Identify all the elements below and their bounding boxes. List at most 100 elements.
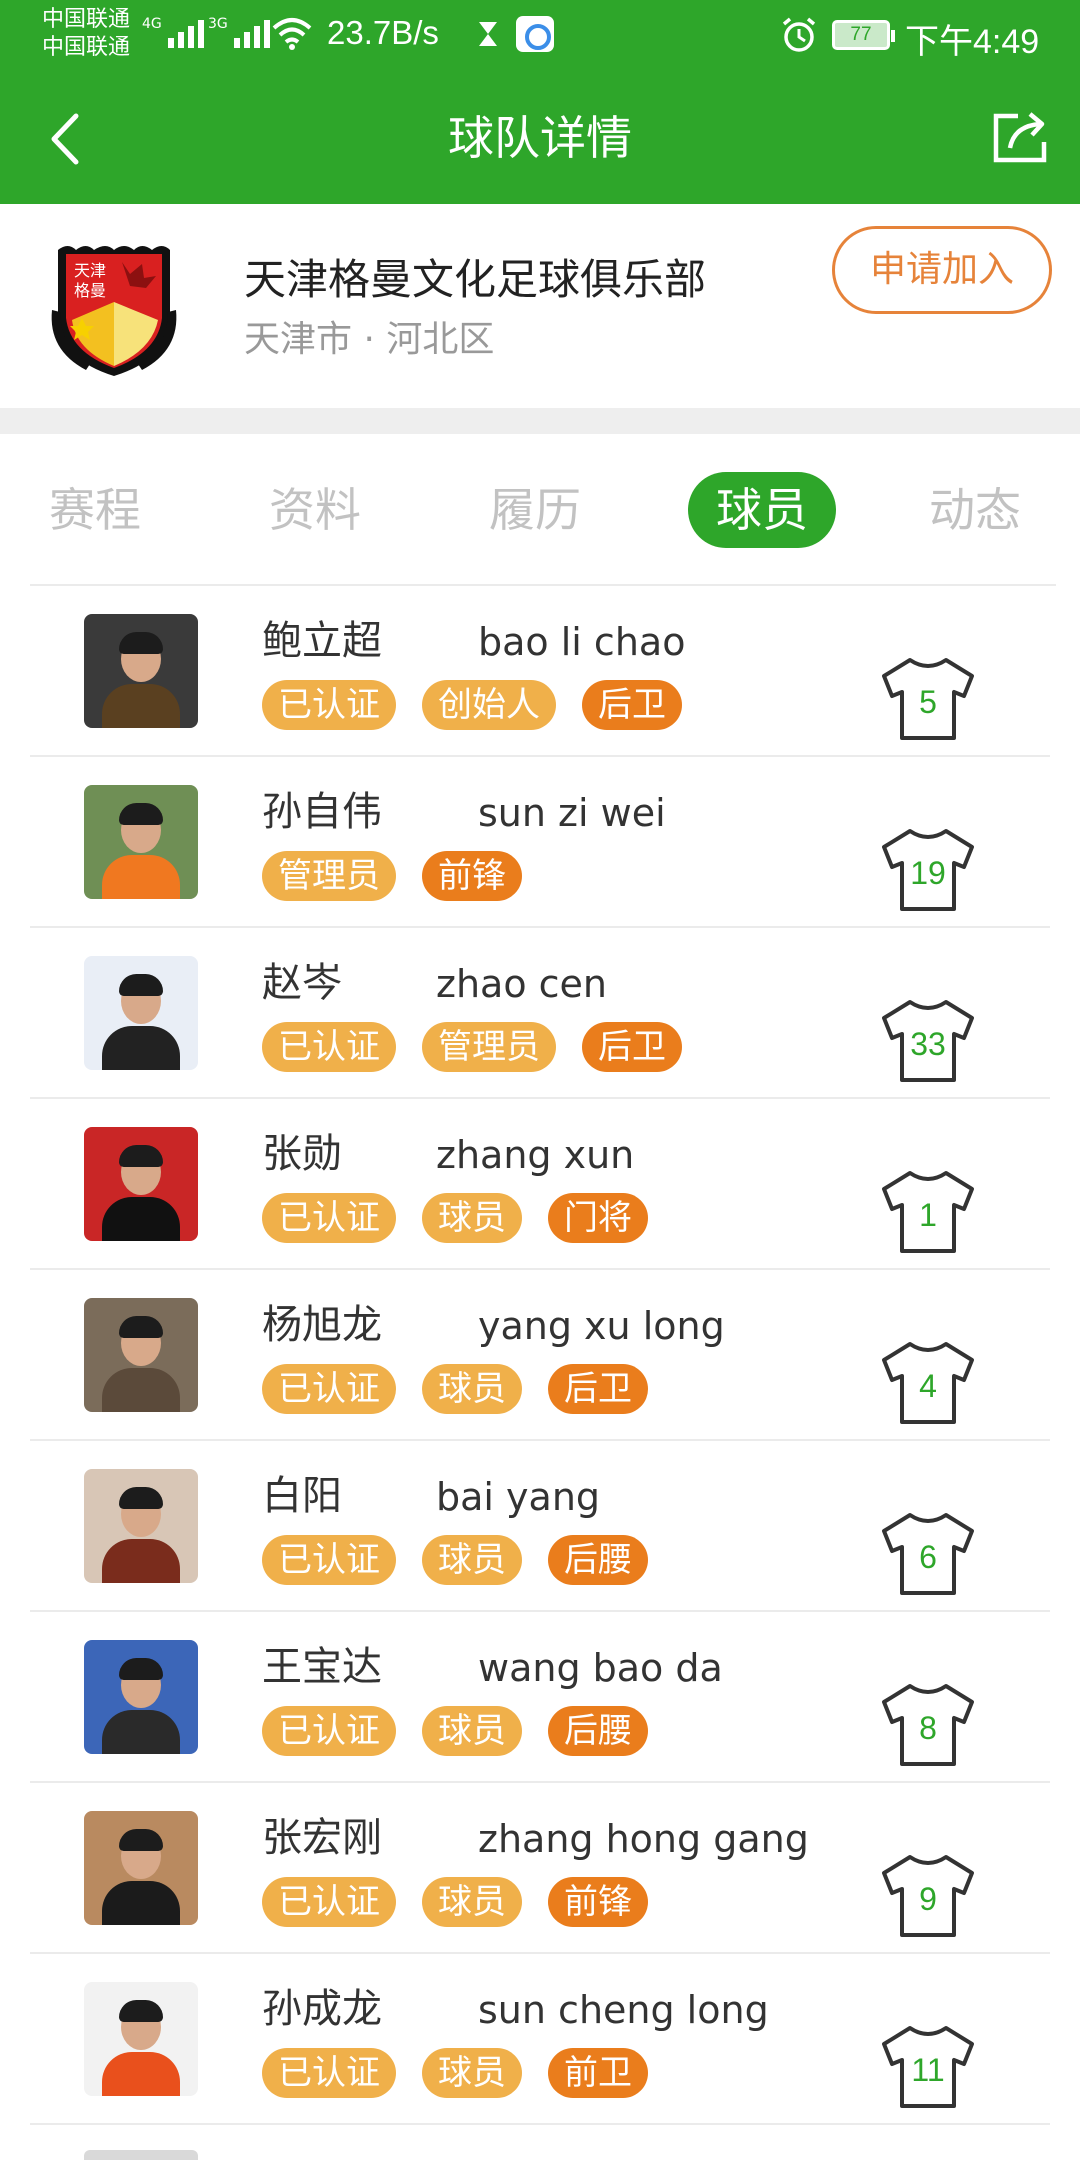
network-type-2: 3G — [208, 16, 228, 32]
jersey-number: 6 — [919, 1539, 937, 1575]
player-tag: 管理员 — [422, 1022, 556, 1072]
svg-text:天津: 天津 — [74, 261, 106, 280]
player-name: 杨旭龙 — [262, 1302, 382, 1348]
player-pinyin: zhao cen — [436, 962, 607, 1006]
player-tag: 球员 — [422, 1877, 522, 1927]
player-tag: 已认证 — [262, 1022, 396, 1072]
player-row[interactable]: 杨旭龙 yang xu long 已认证 球员 后卫 4 — [30, 1270, 1050, 1441]
alarm-icon — [782, 17, 816, 52]
signal-icon-2: 3G — [208, 16, 270, 48]
network-speed: 23.7B/s — [327, 14, 439, 51]
tab-feed[interactable]: 动态 — [920, 472, 1030, 548]
player-tag: 门将 — [548, 1193, 648, 1243]
nav-bar: 球队详情 — [0, 70, 1080, 204]
player-pinyin: yang xu long — [478, 1304, 725, 1348]
team-location: 天津市 · 河北区 — [244, 319, 495, 360]
player-tag: 球员 — [422, 1535, 522, 1585]
player-name: 白阳 — [262, 1473, 342, 1519]
player-tag: 创始人 — [422, 680, 556, 730]
player-row[interactable]: 白阳 bai yang 已认证 球员 后腰 6 — [30, 1441, 1050, 1612]
player-tags: 已认证 球员 后腰 — [262, 1535, 648, 1585]
avatar[interactable] — [84, 956, 198, 1070]
player-name: 孙自伟 — [262, 789, 382, 835]
chevron-left-icon[interactable] — [44, 110, 88, 168]
player-tags: 已认证 创始人 后卫 — [262, 680, 682, 730]
share-icon[interactable] — [990, 108, 1052, 166]
wifi-icon — [272, 18, 312, 50]
battery-icon: 77 — [832, 20, 895, 50]
jersey-number: 33 — [910, 1026, 946, 1062]
jersey-number: 1 — [919, 1197, 937, 1233]
signal-icon: 4G — [142, 16, 204, 48]
next-avatar-peek — [84, 2150, 198, 2160]
player-name: 张宏刚 — [262, 1815, 382, 1861]
team-header: 天津 格曼 天津格曼文化足球俱乐部 天津市 · 河北区 申请加入 — [0, 204, 1080, 408]
app-notification-icon — [516, 16, 554, 52]
avatar[interactable] — [84, 1298, 198, 1412]
player-tag: 已认证 — [262, 680, 396, 730]
player-row[interactable]: 王宝达 wang bao da 已认证 球员 后腰 8 — [30, 1612, 1050, 1783]
player-tag: 后腰 — [548, 1535, 648, 1585]
carrier-labels: 中国联通 中国联通 — [42, 6, 130, 62]
player-tags: 已认证 球员 门将 — [262, 1193, 648, 1243]
player-tag: 前锋 — [422, 851, 522, 901]
player-tag: 已认证 — [262, 1535, 396, 1585]
avatar[interactable] — [84, 614, 198, 728]
player-tag: 管理员 — [262, 851, 396, 901]
player-tag: 球员 — [422, 1706, 522, 1756]
player-tag: 已认证 — [262, 1877, 396, 1927]
avatar[interactable] — [84, 1127, 198, 1241]
avatar[interactable] — [84, 1640, 198, 1754]
avatar[interactable] — [84, 1811, 198, 1925]
player-pinyin: zhang xun — [436, 1133, 635, 1177]
player-name: 王宝达 — [262, 1644, 382, 1690]
avatar[interactable] — [84, 785, 198, 899]
player-tags: 已认证 管理员 后卫 — [262, 1022, 682, 1072]
player-tag: 后卫 — [582, 1022, 682, 1072]
team-name: 天津格曼文化足球俱乐部 — [244, 255, 707, 304]
tab-bar: 赛程 资料 履历 球员 动态 — [0, 434, 1080, 584]
player-row[interactable]: 孙成龙 sun cheng long 已认证 球员 前卫 11 — [30, 1954, 1050, 2125]
player-tag: 已认证 — [262, 1193, 396, 1243]
player-tags: 已认证 球员 后腰 — [262, 1706, 648, 1756]
player-pinyin: bao li chao — [478, 620, 686, 664]
avatar[interactable] — [84, 1469, 198, 1583]
join-team-button[interactable]: 申请加入 — [832, 226, 1052, 314]
carrier-1: 中国联通 — [42, 7, 131, 32]
player-pinyin: sun cheng long — [478, 1988, 769, 2032]
player-name: 张勋 — [262, 1131, 342, 1177]
player-pinyin: sun zi wei — [478, 791, 666, 835]
player-tag: 前卫 — [548, 2048, 648, 2098]
jersey-number: 19 — [910, 855, 946, 891]
jersey-number: 9 — [919, 1881, 937, 1917]
player-tag: 已认证 — [262, 1706, 396, 1756]
player-tag: 后卫 — [582, 680, 682, 730]
player-pinyin: bai yang — [436, 1475, 601, 1519]
player-tag: 后腰 — [548, 1706, 648, 1756]
tab-schedule[interactable]: 赛程 — [40, 472, 150, 548]
player-row[interactable]: 孙自伟 sun zi wei 管理员 前锋 19 — [30, 757, 1050, 928]
player-pinyin: wang bao da — [478, 1646, 723, 1690]
status-bar: 中国联通 中国联通 4G 3G 23.7B/s 77 下午4:49 — [0, 0, 1080, 70]
avatar[interactable] — [84, 1982, 198, 2096]
team-logo: 天津 格曼 — [51, 246, 177, 376]
page-title: 球队详情 — [448, 111, 632, 165]
clock: 下午4:49 — [905, 23, 1040, 61]
player-tag: 球员 — [422, 1193, 522, 1243]
tab-profile[interactable]: 资料 — [260, 472, 370, 548]
player-tags: 已认证 球员 前锋 — [262, 1877, 648, 1927]
player-tag: 前锋 — [548, 1877, 648, 1927]
player-row[interactable]: 张勋 zhang xun 已认证 球员 门将 1 — [30, 1099, 1050, 1270]
player-tag: 球员 — [422, 2048, 522, 2098]
player-row[interactable]: 鲍立超 bao li chao 已认证 创始人 后卫 5 — [30, 586, 1050, 757]
player-pinyin: zhang hong gang — [478, 1817, 809, 1861]
tab-history[interactable]: 履历 — [480, 472, 590, 548]
player-tags: 已认证 球员 后卫 — [262, 1364, 648, 1414]
section-divider — [0, 408, 1080, 434]
network-type-1: 4G — [142, 16, 162, 32]
svg-text:格曼: 格曼 — [74, 281, 106, 300]
tab-players[interactable]: 球员 — [688, 472, 836, 548]
player-row[interactable]: 张宏刚 zhang hong gang 已认证 球员 前锋 9 — [30, 1783, 1050, 1954]
player-tag: 球员 — [422, 1364, 522, 1414]
player-row[interactable]: 赵岑 zhao cen 已认证 管理员 后卫 33 — [30, 928, 1050, 1099]
